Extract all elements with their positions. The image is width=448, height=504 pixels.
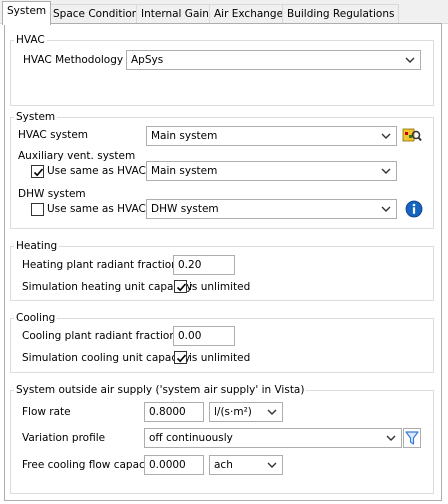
chevron-down-icon (405, 57, 415, 63)
heating-radiant-label: Heating plant radiant fraction (22, 259, 178, 271)
aux-use-same-label: Use same as HVAC (47, 165, 146, 177)
dhw-use-same-checkbox[interactable] (31, 203, 44, 216)
flow-rate-label: Flow rate (22, 406, 71, 418)
outside-air-group-title: System outside air supply ('system air s… (14, 384, 307, 396)
flow-rate-unit-value: l/(s·m²) (214, 406, 252, 418)
cooling-radiant-value: 0.00 (178, 330, 202, 342)
tab-label: System (7, 5, 47, 17)
aux-vent-value: Main system (151, 165, 218, 177)
filter-icon[interactable] (403, 428, 421, 448)
dhw-select[interactable]: DHW system (146, 199, 397, 219)
dhw-use-same-label: Use same as HVAC (47, 203, 146, 215)
chevron-down-icon (267, 462, 277, 468)
cooling-radiant-label: Cooling plant radiant fraction (22, 330, 177, 342)
aux-use-same-checkbox[interactable] (31, 165, 44, 178)
free-cooling-value: 0.0000 (149, 459, 186, 471)
tab-label: Air Exchanges (214, 8, 289, 20)
tab-label: Building Regulations (287, 8, 395, 20)
chevron-down-icon (381, 168, 391, 174)
checkmark-icon (176, 283, 187, 292)
tab-bar: System Space Conditions Internal Gains A… (0, 0, 448, 25)
heating-unlimited-checkbox[interactable] (174, 280, 187, 293)
tab-space-conditions[interactable]: Space Conditions (48, 4, 149, 24)
hvac-system-label: HVAC system (18, 129, 89, 141)
tab-label: Space Conditions (53, 8, 144, 20)
dhw-label: DHW system (18, 188, 86, 200)
tab-internal-gains[interactable]: Internal Gains (136, 4, 220, 24)
cooling-unlimited-label: is unlimited (189, 352, 251, 364)
variation-profile-select[interactable]: off continuously (144, 428, 402, 448)
cooling-unlimited-checkbox[interactable] (174, 351, 187, 364)
chevron-down-icon (381, 133, 391, 139)
flow-rate-value: 0.8000 (149, 406, 186, 418)
variation-profile-value: off continuously (149, 432, 233, 444)
tab-system[interactable]: System (2, 1, 52, 25)
cooling-capacity-label: Simulation cooling unit capacity (22, 352, 191, 364)
chevron-down-icon (267, 409, 277, 415)
free-cooling-input[interactable]: 0.0000 (144, 455, 204, 475)
free-cooling-unit-select[interactable]: ach (209, 455, 283, 475)
tab-label: Internal Gains (141, 8, 215, 20)
heating-group-title: Heating (14, 240, 60, 252)
heating-radiant-value: 0.20 (178, 259, 202, 271)
aux-vent-label: Auxiliary vent. system (18, 150, 136, 162)
hvac-methodology-value: ApSys (131, 54, 164, 66)
tab-air-exchanges[interactable]: Air Exchanges (209, 4, 294, 24)
variation-profile-label: Variation profile (22, 432, 106, 444)
heating-unlimited-label: is unlimited (189, 281, 251, 293)
dhw-value: DHW system (151, 203, 219, 215)
flow-rate-unit-select[interactable]: l/(s·m²) (209, 402, 283, 422)
free-cooling-label: Free cooling flow capacity (22, 459, 159, 471)
free-cooling-unit-value: ach (214, 459, 233, 471)
cooling-radiant-input[interactable]: 0.00 (173, 326, 235, 346)
info-icon[interactable] (405, 200, 423, 218)
system-group-title: System (14, 111, 58, 123)
chevron-down-icon (381, 206, 391, 212)
hvac-methodology-label: HVAC Methodology (23, 54, 124, 66)
checkmark-icon (33, 168, 44, 177)
heating-radiant-input[interactable]: 0.20 (173, 255, 235, 275)
aux-vent-select[interactable]: Main system (146, 161, 397, 181)
heating-capacity-label: Simulation heating unit capacity (22, 281, 193, 293)
system-browse-icon[interactable] (402, 126, 422, 145)
chevron-down-icon (386, 435, 396, 441)
cooling-group-title: Cooling (14, 312, 58, 324)
hvac-methodology-select[interactable]: ApSys (126, 50, 421, 70)
hvac-system-select[interactable]: Main system (146, 126, 397, 146)
hvac-system-value: Main system (151, 130, 218, 142)
flow-rate-input[interactable]: 0.8000 (144, 402, 204, 422)
tab-building-regulations[interactable]: Building Regulations (282, 4, 400, 24)
hvac-group-title: HVAC (14, 34, 47, 46)
checkmark-icon (176, 354, 187, 363)
